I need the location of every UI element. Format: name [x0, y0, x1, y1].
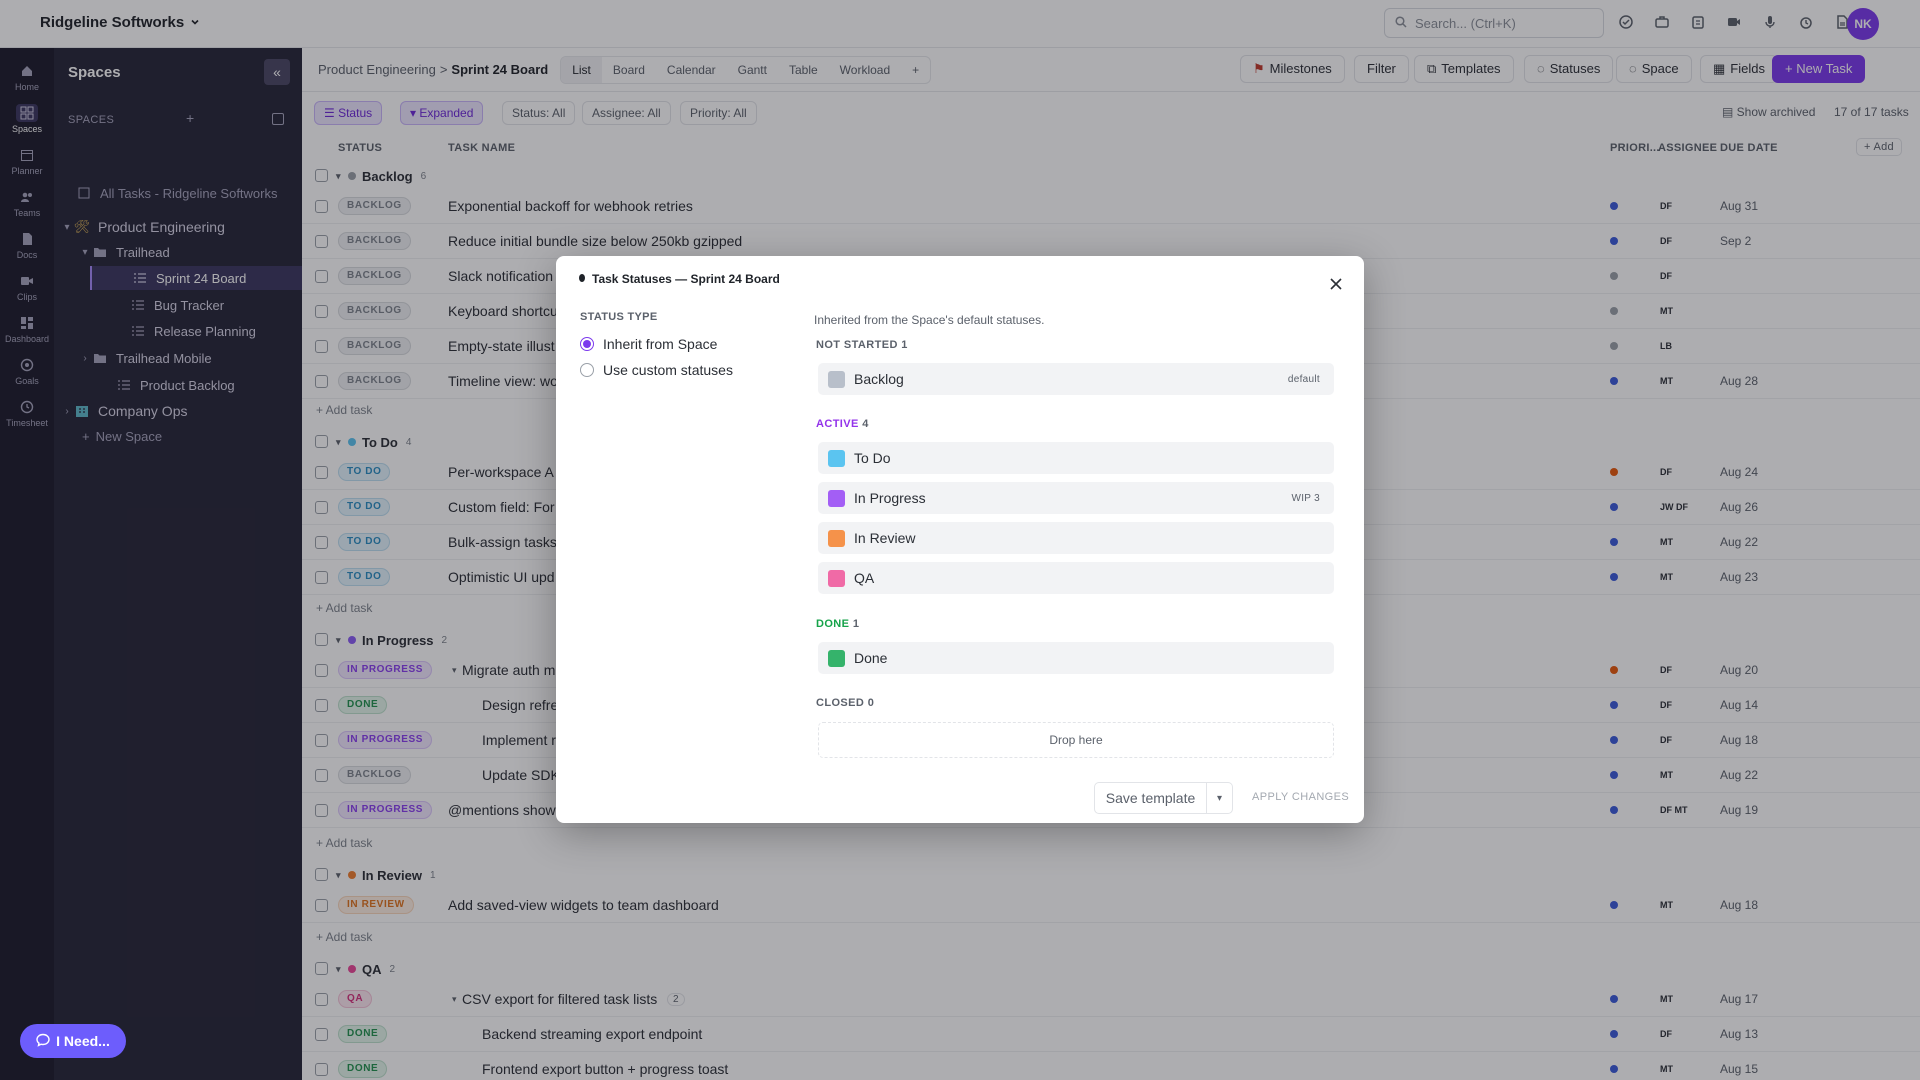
help-button-label: I Need...	[56, 1033, 110, 1049]
status-dot-icon	[578, 272, 586, 286]
section-count: 4	[862, 418, 869, 430]
section-count: 1	[901, 339, 908, 351]
save-template-dropdown-icon[interactable]: ▾	[1207, 782, 1233, 814]
dialog-title-text: Task Statuses — Sprint 24 Board	[592, 272, 780, 286]
status-row-qa[interactable]: QA	[818, 562, 1334, 594]
help-chat-button[interactable]: I Need...	[20, 1024, 126, 1058]
status-color-swatch	[828, 449, 845, 467]
radio-selected-icon	[580, 337, 594, 351]
use-custom-statuses-radio[interactable]: Use custom statuses	[580, 362, 733, 378]
status-row-in-review[interactable]: In Review	[818, 522, 1334, 554]
section-done: DONE 1	[816, 618, 859, 630]
status-default-tag: default	[1287, 373, 1320, 385]
section-label: NOT STARTED	[816, 339, 898, 351]
dialog-title: Task Statuses — Sprint 24 Board	[578, 272, 780, 286]
inherit-from-space-radio[interactable]: Inherit from Space	[580, 336, 717, 352]
status-name: To Do	[854, 450, 891, 466]
status-color-swatch	[828, 489, 845, 507]
status-type-label: STATUS TYPE	[580, 311, 658, 323]
apply-changes-button[interactable]: APPLY CHANGES	[1252, 791, 1349, 803]
closed-drop-zone[interactable]: Drop here	[818, 722, 1334, 758]
status-name: In Progress	[854, 490, 926, 506]
status-color-swatch	[828, 370, 845, 388]
inherited-note: Inherited from the Space's default statu…	[814, 313, 1045, 327]
section-label: DONE	[816, 618, 850, 630]
close-icon[interactable]	[1326, 274, 1346, 294]
status-name: Backlog	[854, 371, 904, 387]
save-template-button[interactable]: Save template	[1094, 782, 1207, 814]
status-row-in-progress[interactable]: In Progress WIP 3	[818, 482, 1334, 514]
section-count: 0	[867, 697, 875, 709]
status-row-backlog[interactable]: Backlog default	[818, 363, 1334, 395]
wip-limit-tag: WIP 3	[1291, 492, 1320, 504]
section-label: CLOSED	[816, 697, 865, 709]
status-color-swatch	[828, 529, 845, 547]
section-label: ACTIVE	[816, 418, 859, 430]
section-count: 1	[852, 618, 860, 630]
section-not-started: NOT STARTED 1	[816, 339, 908, 351]
status-color-swatch	[828, 569, 845, 587]
status-name: QA	[854, 570, 875, 586]
section-active: ACTIVE 4	[816, 418, 869, 430]
task-statuses-dialog: Task Statuses — Sprint 24 Board STATUS T…	[556, 256, 1364, 823]
status-name: Done	[854, 650, 888, 666]
radio-label: Use custom statuses	[603, 362, 733, 378]
status-row-done[interactable]: Done	[818, 642, 1334, 674]
status-name: In Review	[854, 530, 916, 546]
status-color-swatch	[828, 649, 845, 667]
chat-bubble-icon	[36, 1033, 50, 1050]
section-closed: CLOSED 0	[816, 697, 874, 709]
status-row-to-do[interactable]: To Do	[818, 442, 1334, 474]
radio-label: Inherit from Space	[603, 336, 718, 352]
radio-unselected-icon	[580, 363, 594, 377]
